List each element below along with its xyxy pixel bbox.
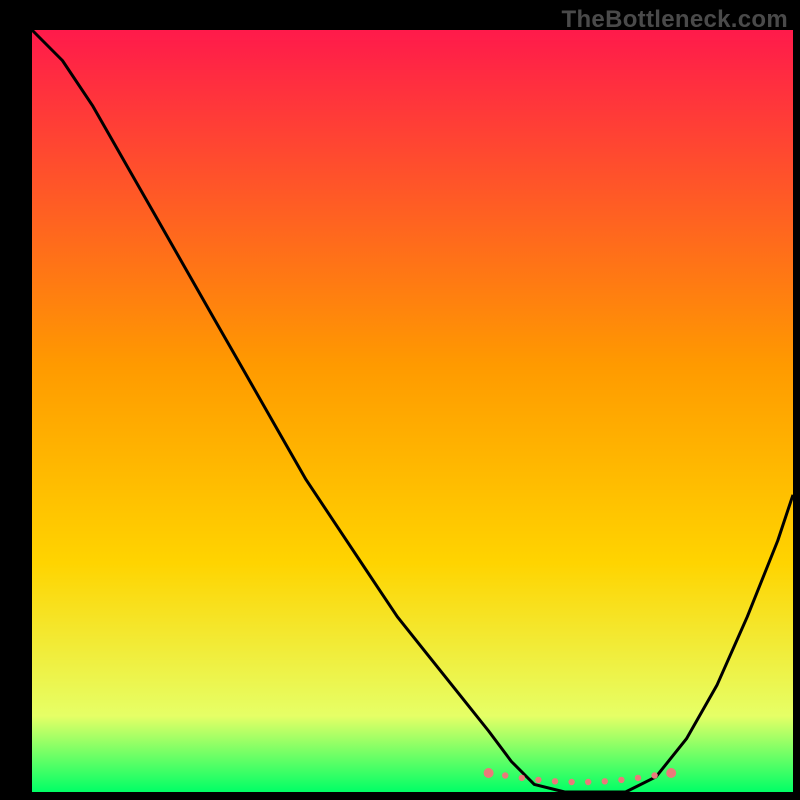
- valley-dot: [535, 777, 541, 783]
- valley-dot: [602, 778, 608, 784]
- valley-dot: [651, 772, 657, 778]
- valley-dot: [502, 772, 508, 778]
- plot-background: [32, 30, 793, 792]
- valley-dot: [484, 768, 494, 778]
- valley-dot: [666, 768, 676, 778]
- watermark-text: TheBottleneck.com: [562, 6, 788, 34]
- valley-dot: [519, 775, 525, 781]
- valley-dot: [552, 778, 558, 784]
- valley-dot: [585, 779, 591, 785]
- chart-container: TheBottleneck.com: [0, 0, 800, 800]
- valley-dot: [635, 775, 641, 781]
- bottleneck-chart: [0, 0, 800, 800]
- valley-dot: [568, 779, 574, 785]
- valley-dot: [618, 777, 624, 783]
